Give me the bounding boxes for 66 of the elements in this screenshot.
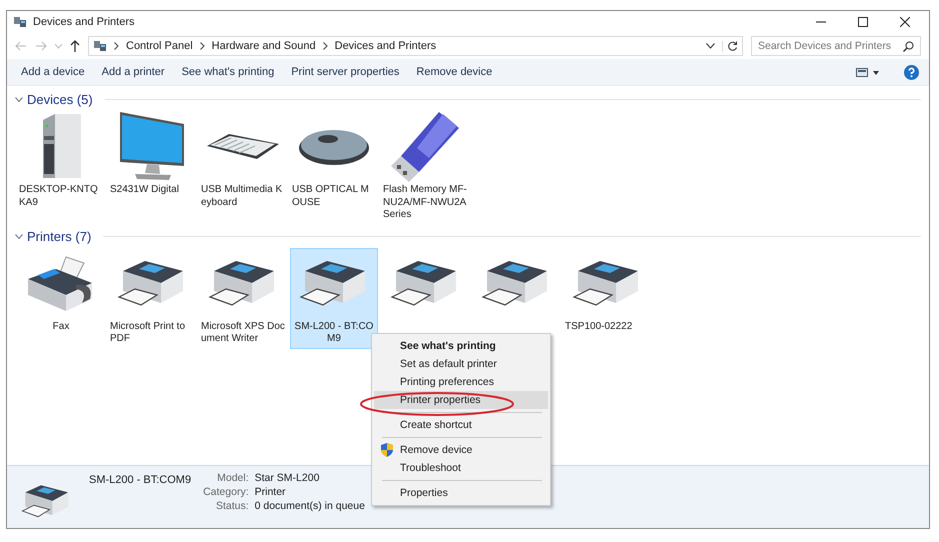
device-label: SM-L200 - BT:COM9 (294, 320, 374, 346)
help-icon[interactable] (904, 64, 919, 80)
property-value: Printer (254, 486, 287, 498)
menu-item[interactable]: Printing preferences (374, 373, 548, 391)
device-tile[interactable]: Microsoft Print to PDF (108, 248, 196, 348)
device-label: TSP100-02222 (565, 320, 634, 334)
toolbar-button[interactable]: Add a device (13, 62, 93, 82)
devices-printers-icon (93, 40, 107, 52)
device-label: Fax (52, 320, 70, 334)
device-name: SM-L200 - BT:COM9 (89, 474, 192, 486)
monitor-icon (119, 112, 185, 180)
collapse-chevron-icon[interactable] (15, 234, 23, 238)
breadcrumb[interactable]: Control Panel (126, 40, 193, 52)
device-label: DESKTOP-KNTQKA9 (19, 184, 99, 209)
property-label: Status: (214, 500, 249, 512)
chevron-down-icon[interactable] (706, 43, 715, 49)
device-tile[interactable]: USB Multimedia Keyboard (199, 111, 287, 212)
device-label: S2431W Digital (110, 184, 180, 197)
device-tile[interactable]: USB OPTICAL MOUSE (290, 111, 378, 212)
chevron-right-icon (322, 42, 328, 50)
device-tile[interactable]: Fax (17, 248, 105, 348)
search-field[interactable]: Search Devices and Printers (751, 36, 921, 56)
menu-item[interactable]: Remove device (374, 441, 548, 459)
device-tile[interactable]: Flash Memory MF-NU2A/MF-NWU2A Series (381, 111, 469, 224)
chevron-right-icon (114, 42, 119, 50)
device-tile[interactable]: Microsoft XPS Document Writer (199, 248, 287, 348)
device-label: USB Multimedia Keyboard (201, 184, 284, 209)
device-tile[interactable]: DESKTOP-KNTQKA9 (17, 111, 105, 212)
address-bar[interactable]: Control Panel Hardware and Sound Devices and Printers (88, 36, 743, 56)
device-tile[interactable]: TSP100-02222 (563, 248, 651, 348)
device-tile[interactable]: SM-L200 - BT:COM9 (290, 248, 378, 348)
up-arrow-icon[interactable] (70, 40, 80, 52)
search-icon (903, 40, 914, 52)
property-label: Category: (203, 486, 249, 498)
group-header[interactable]: Printers (7) (27, 228, 92, 244)
keyboard-icon (207, 132, 279, 160)
breadcrumb[interactable]: Devices and Printers (334, 40, 436, 52)
menu-item[interactable]: Printer properties (374, 391, 548, 409)
property-value: Star SM-L200 (254, 472, 320, 484)
menu-item[interactable]: Troubleshoot (374, 459, 548, 477)
close-icon[interactable] (900, 17, 910, 27)
device-label: Microsoft Print to PDF (110, 320, 186, 346)
devices-printers-icon (13, 16, 27, 28)
device-label: Microsoft XPS Document Writer (201, 320, 285, 346)
shield-icon (381, 443, 393, 457)
menu-item[interactable]: Properties (374, 484, 548, 502)
toolbar-button[interactable]: Print server properties (283, 62, 408, 82)
device-tile[interactable]: S2431W Digital (108, 111, 196, 212)
menu-item[interactable]: Create shortcut (374, 416, 548, 434)
property-label: Model: (216, 472, 249, 484)
maximize-icon[interactable] (858, 17, 868, 27)
view-options-icon[interactable] (856, 68, 880, 76)
menu-item[interactable]: Set as default printer (374, 355, 548, 373)
toolbar-button[interactable]: Remove device (408, 62, 500, 82)
collapse-chevron-icon[interactable] (15, 97, 23, 102)
property-value: 0 document(s) in queue (254, 500, 365, 512)
toolbar-button[interactable]: See what's printing (174, 62, 282, 82)
breadcrumb[interactable]: Hardware and Sound (212, 40, 316, 52)
device-label: USB OPTICAL MOUSE (292, 184, 370, 209)
chevron-right-icon (200, 42, 205, 50)
window-title: Devices and Printers (33, 16, 134, 28)
usb-drive-icon (389, 110, 461, 182)
device-label: Flash Memory MF-NU2A/MF-NWU2A Series (383, 184, 467, 222)
toolbar-button[interactable]: Add a printer (94, 62, 173, 82)
refresh-icon[interactable] (722, 40, 738, 52)
group-header[interactable]: Devices (5) (27, 92, 93, 107)
